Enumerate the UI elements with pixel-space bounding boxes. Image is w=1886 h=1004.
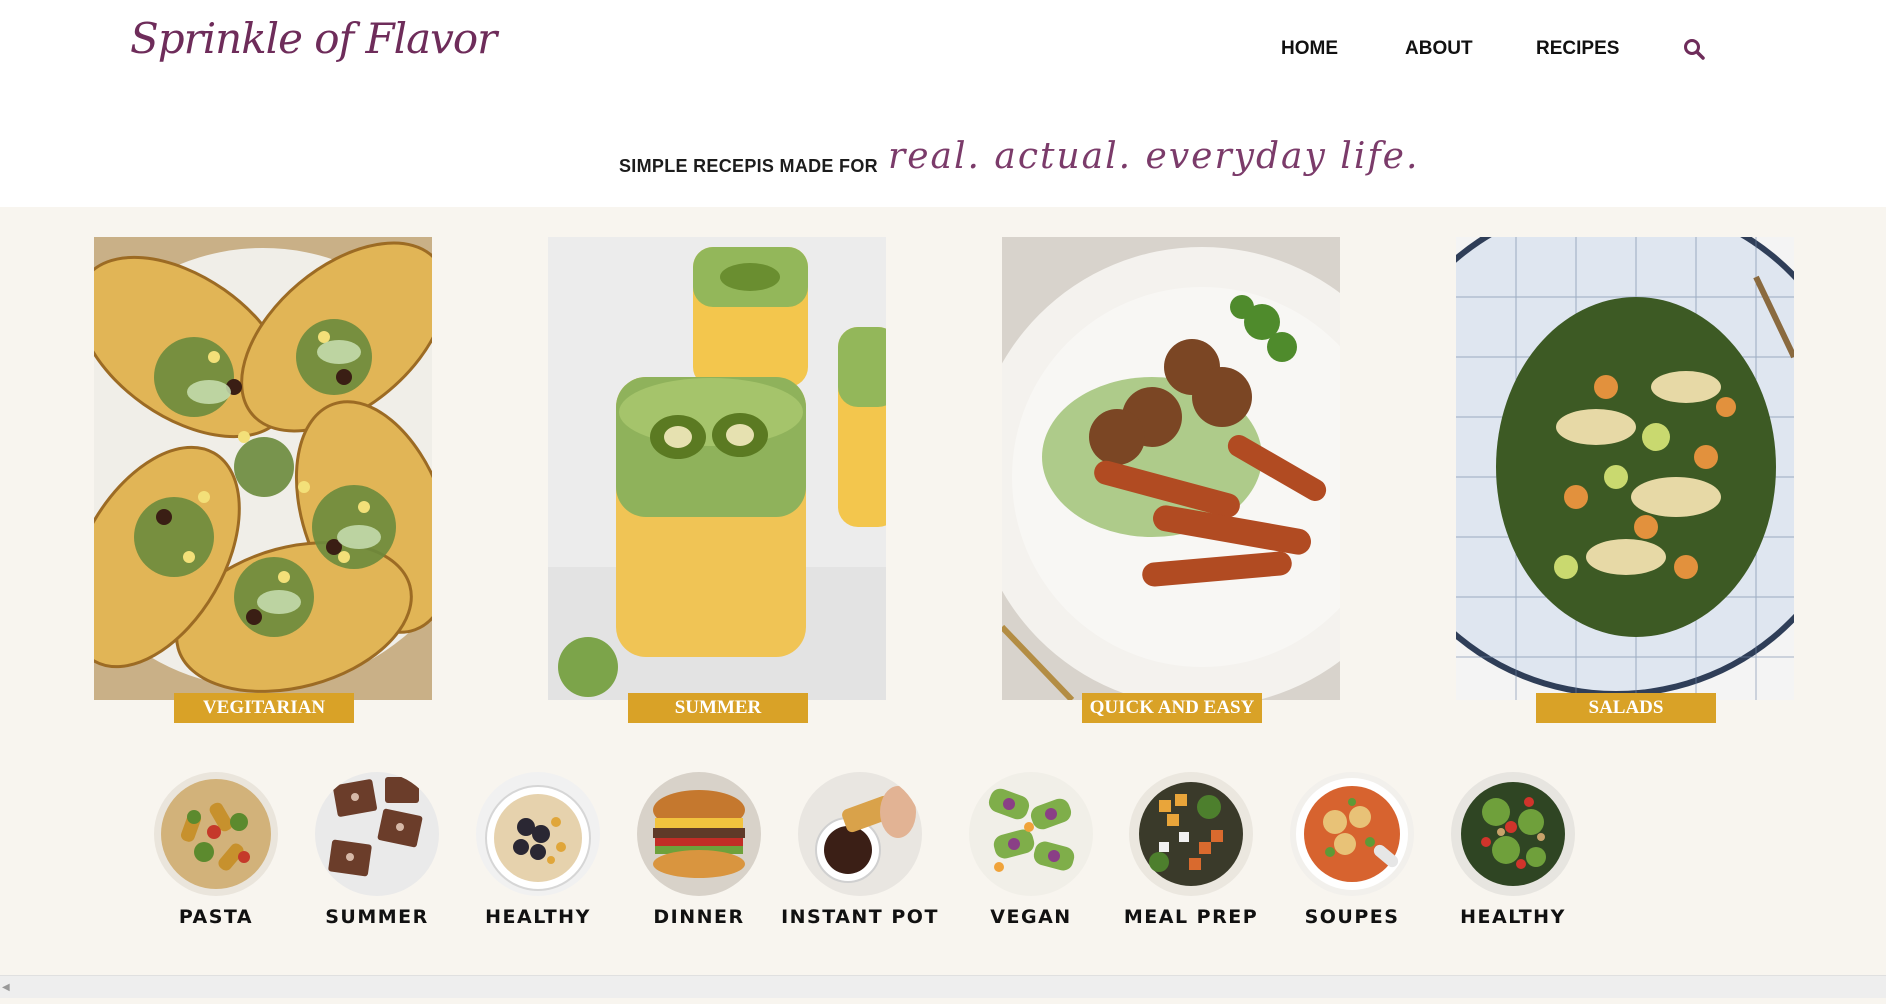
search-icon[interactable] <box>1683 38 1705 60</box>
site-header: Sprinkle of Flavor HOME ABOUT RECIPES <box>0 0 1886 91</box>
salad-bowl-photo[interactable] <box>1451 772 1575 896</box>
quick-link-label[interactable]: HEALTHY <box>446 906 630 928</box>
tacos-photo[interactable] <box>94 237 432 700</box>
scroll-left-icon[interactable]: ◀ <box>2 982 10 993</box>
slaw-salad-photo[interactable] <box>1456 237 1794 700</box>
brownies-photo[interactable] <box>315 772 439 896</box>
tagline-text: SIMPLE RECEPIS MADE FOR <box>619 156 878 176</box>
quick-link-meal-prep[interactable]: MEAL PREP <box>1124 772 1257 932</box>
quick-link-label[interactable]: MEAL PREP <box>1099 906 1283 928</box>
site-logo[interactable]: Sprinkle of Flavor <box>130 14 497 63</box>
quick-link-instant-pot[interactable]: INSTANT POT <box>781 772 937 932</box>
pasta-photo[interactable] <box>154 772 278 896</box>
quick-link-label[interactable]: DINNER <box>607 906 791 928</box>
quick-link-summer[interactable]: SUMMER <box>315 772 439 932</box>
quick-link-dinner[interactable]: DINNER <box>637 772 761 932</box>
category-card-summer[interactable]: SUMMER <box>548 237 886 729</box>
nav-home[interactable]: HOME <box>1281 38 1338 60</box>
meal-prep-photo[interactable] <box>1129 772 1253 896</box>
category-card-vegetarian[interactable]: VEGITARIAN <box>94 237 432 729</box>
horizontal-scrollbar[interactable]: ◀ <box>0 974 1886 1004</box>
category-label-salads[interactable]: SALADS <box>1536 693 1716 723</box>
quick-link-healthy-2[interactable]: HEALTHY <box>1451 772 1575 932</box>
tagline-script-text: real. actual. everyday life. <box>888 136 1420 177</box>
category-card-salads[interactable]: SALADS <box>1456 237 1794 729</box>
quick-link-label[interactable]: SUMMER <box>285 906 469 928</box>
quick-link-label[interactable]: INSTANT POT <box>768 906 952 928</box>
quick-link-vegan[interactable]: VEGAN <box>969 772 1093 932</box>
quick-link-soupes[interactable]: SOUPES <box>1290 772 1414 932</box>
quick-link-label[interactable]: HEALTHY <box>1421 906 1605 928</box>
category-card-quick-and-easy[interactable]: QUICK AND EASY <box>1002 237 1340 729</box>
sandwich-photo[interactable] <box>637 772 761 896</box>
quick-link-pasta[interactable]: PASTA <box>154 772 278 932</box>
category-label-quick-and-easy[interactable]: QUICK AND EASY <box>1082 693 1262 723</box>
nav-about[interactable]: ABOUT <box>1405 38 1473 60</box>
quick-link-label[interactable]: SOUPES <box>1260 906 1444 928</box>
tagline-banner: SIMPLE RECEPIS MADE FOR real. actual. ev… <box>0 90 1886 207</box>
quick-link-label[interactable]: VEGAN <box>939 906 1123 928</box>
nav-recipes[interactable]: RECIPES <box>1536 38 1619 60</box>
spring-rolls-photo[interactable] <box>969 772 1093 896</box>
scrollbar-track[interactable]: ◀ <box>0 975 1886 998</box>
oatmeal-photo[interactable] <box>476 772 600 896</box>
dipping-photo[interactable] <box>798 772 922 896</box>
quick-link-label[interactable]: PASTA <box>124 906 308 928</box>
meatballs-photo[interactable] <box>1002 237 1340 700</box>
category-section: VEGITARIAN SUMMER QUICK AND EASY SALADS … <box>0 207 1886 974</box>
kiwi-smoothie-photo[interactable] <box>548 237 886 700</box>
soup-photo[interactable] <box>1290 772 1414 896</box>
category-label-vegetarian[interactable]: VEGITARIAN <box>174 693 354 723</box>
quick-link-healthy[interactable]: HEALTHY <box>476 772 600 932</box>
category-label-summer[interactable]: SUMMER <box>628 693 808 723</box>
